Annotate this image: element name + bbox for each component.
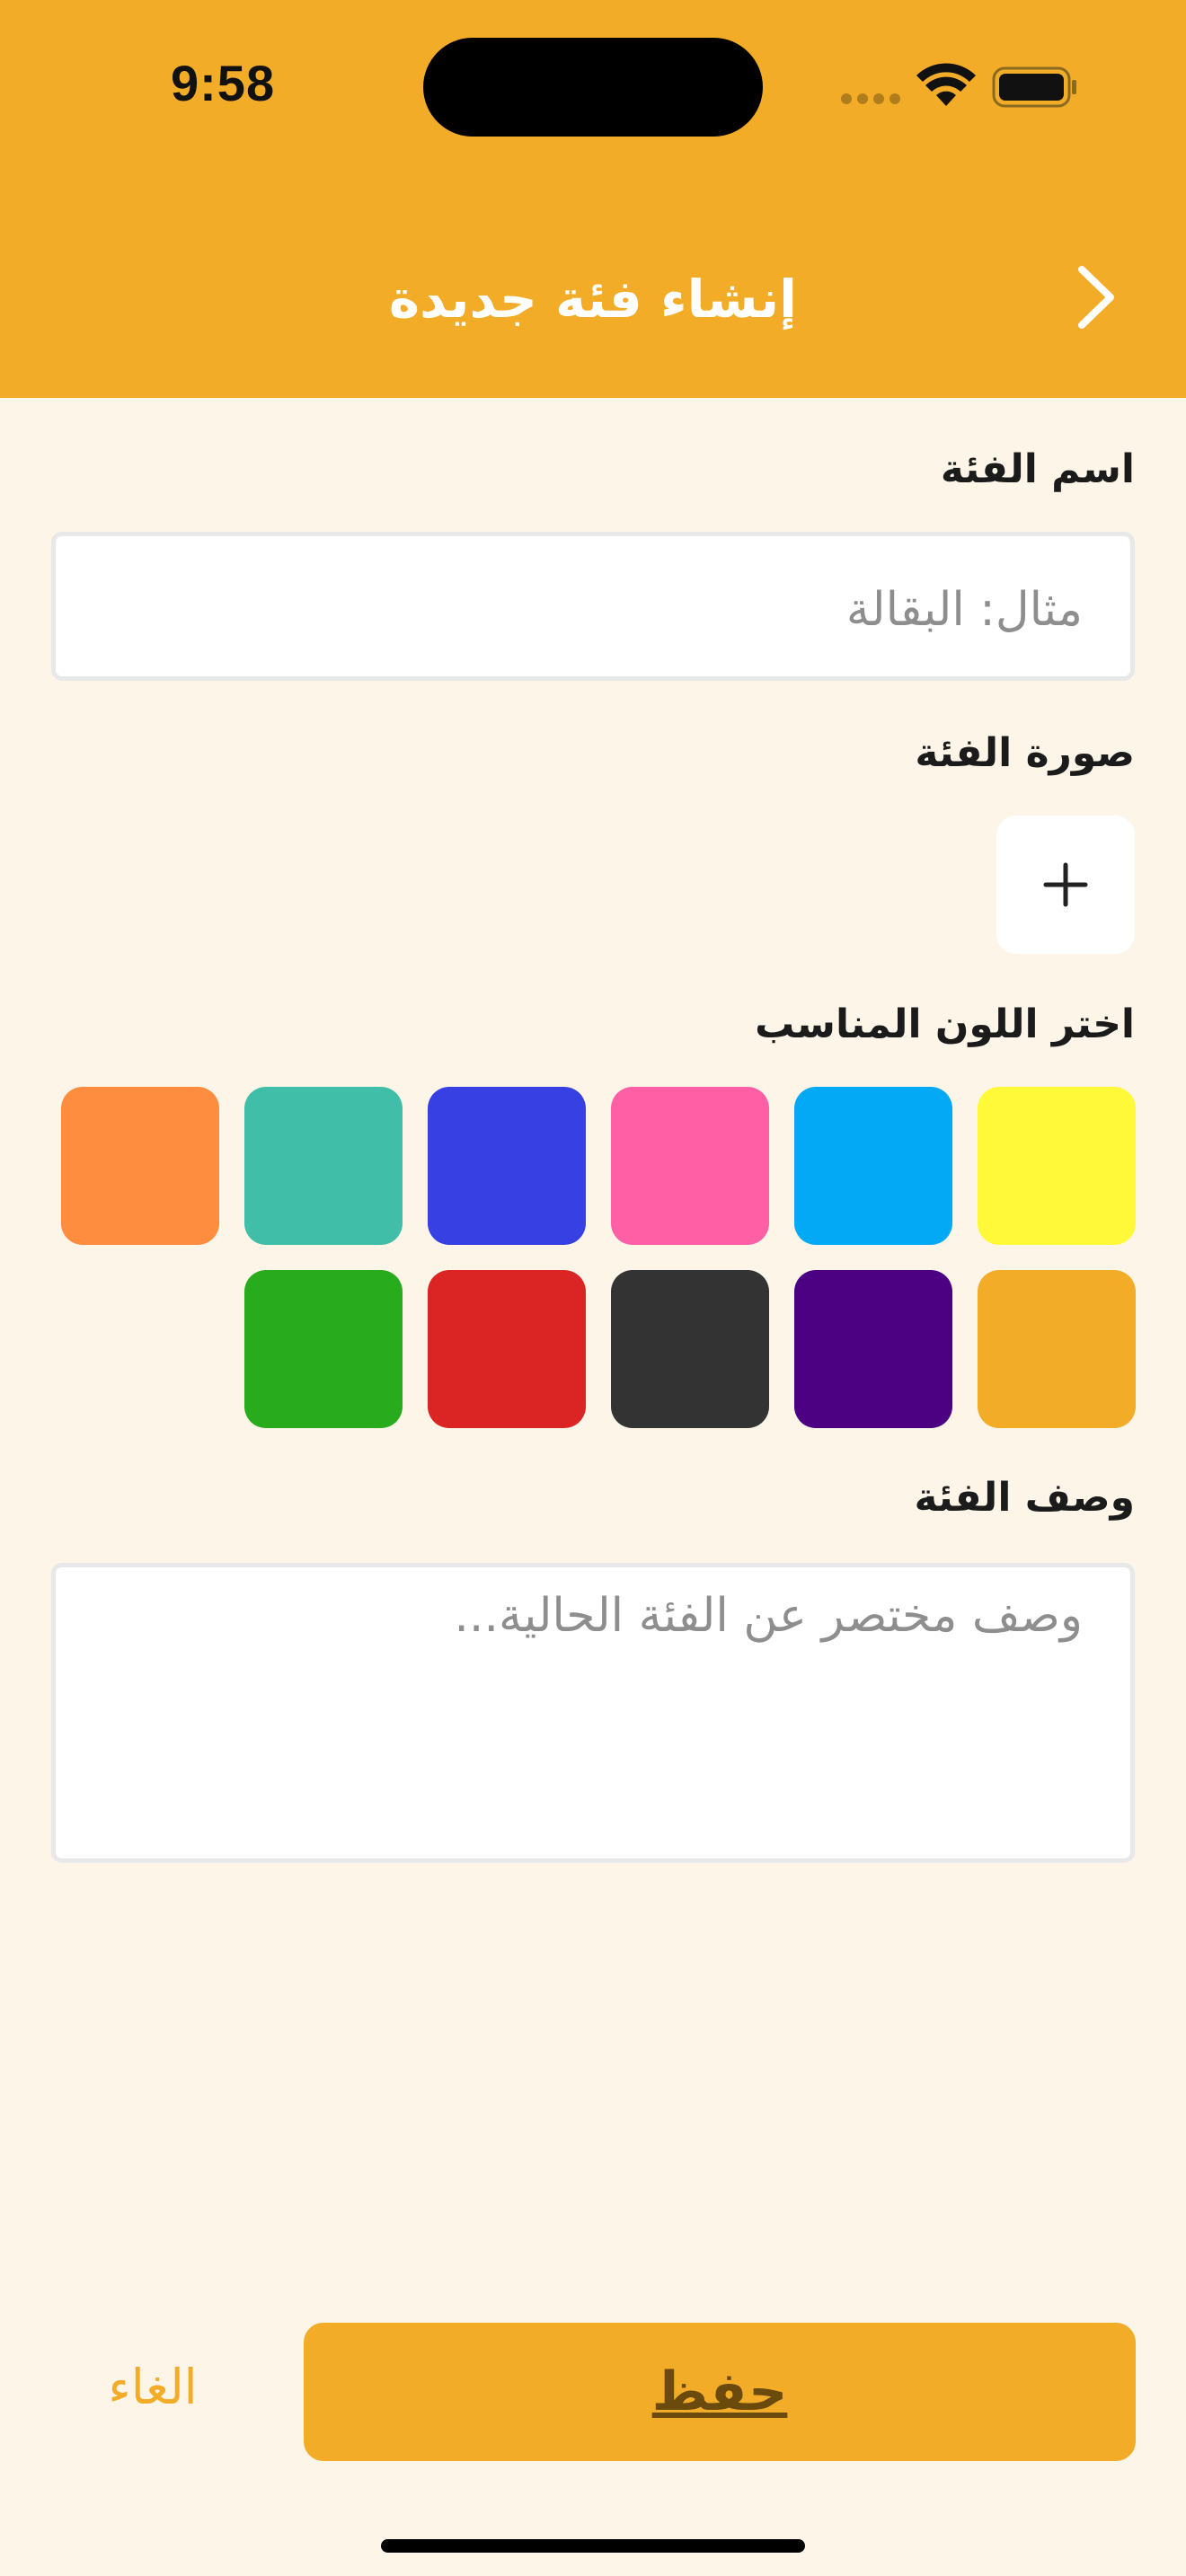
color-swatch[interactable] [244, 1087, 403, 1245]
category-image-label: صورة الفئة [915, 730, 1135, 776]
category-description-label: وصف الفئة [914, 1475, 1135, 1521]
category-name-label: اسم الفئة [940, 446, 1135, 492]
color-swatch[interactable] [978, 1270, 1136, 1428]
category-name-input[interactable]: مثال: البقالة [51, 532, 1135, 681]
add-image-button[interactable] [996, 816, 1135, 954]
battery-icon [992, 66, 1076, 108]
save-button[interactable]: حفظ [304, 2323, 1136, 2461]
category-description-textarea[interactable]: وصف مختصر عن الفئة الحالية... [51, 1563, 1135, 1863]
color-picker-label: اختر اللون المناسب [755, 1001, 1135, 1047]
color-swatch[interactable] [61, 1087, 219, 1245]
color-swatch[interactable] [428, 1270, 586, 1428]
cancel-button[interactable]: الغاء [90, 2351, 216, 2423]
home-indicator [381, 2539, 805, 2553]
page-title: إنشاء فئة جديدة [388, 269, 798, 330]
color-swatch[interactable] [611, 1087, 769, 1245]
category-description-placeholder: وصف مختصر عن الفئة الحالية... [454, 1589, 1083, 1643]
wifi-icon [916, 63, 976, 106]
dynamic-island [423, 38, 763, 137]
category-name-placeholder: مثال: البقالة [845, 583, 1083, 637]
header-bar: 9:58 إنشاء فئة جديدة [0, 0, 1186, 398]
cellular-signal-icon [841, 93, 902, 106]
status-time: 9:58 [171, 55, 276, 111]
color-swatch[interactable] [244, 1270, 403, 1428]
save-button-label: حفظ [651, 2360, 788, 2423]
color-swatch[interactable] [428, 1087, 586, 1245]
plus-icon [1043, 862, 1088, 907]
chevron-right-icon[interactable] [1069, 262, 1123, 332]
color-swatch[interactable] [978, 1087, 1136, 1245]
color-swatch[interactable] [794, 1270, 952, 1428]
color-swatch[interactable] [611, 1270, 769, 1428]
color-swatch[interactable] [794, 1087, 952, 1245]
